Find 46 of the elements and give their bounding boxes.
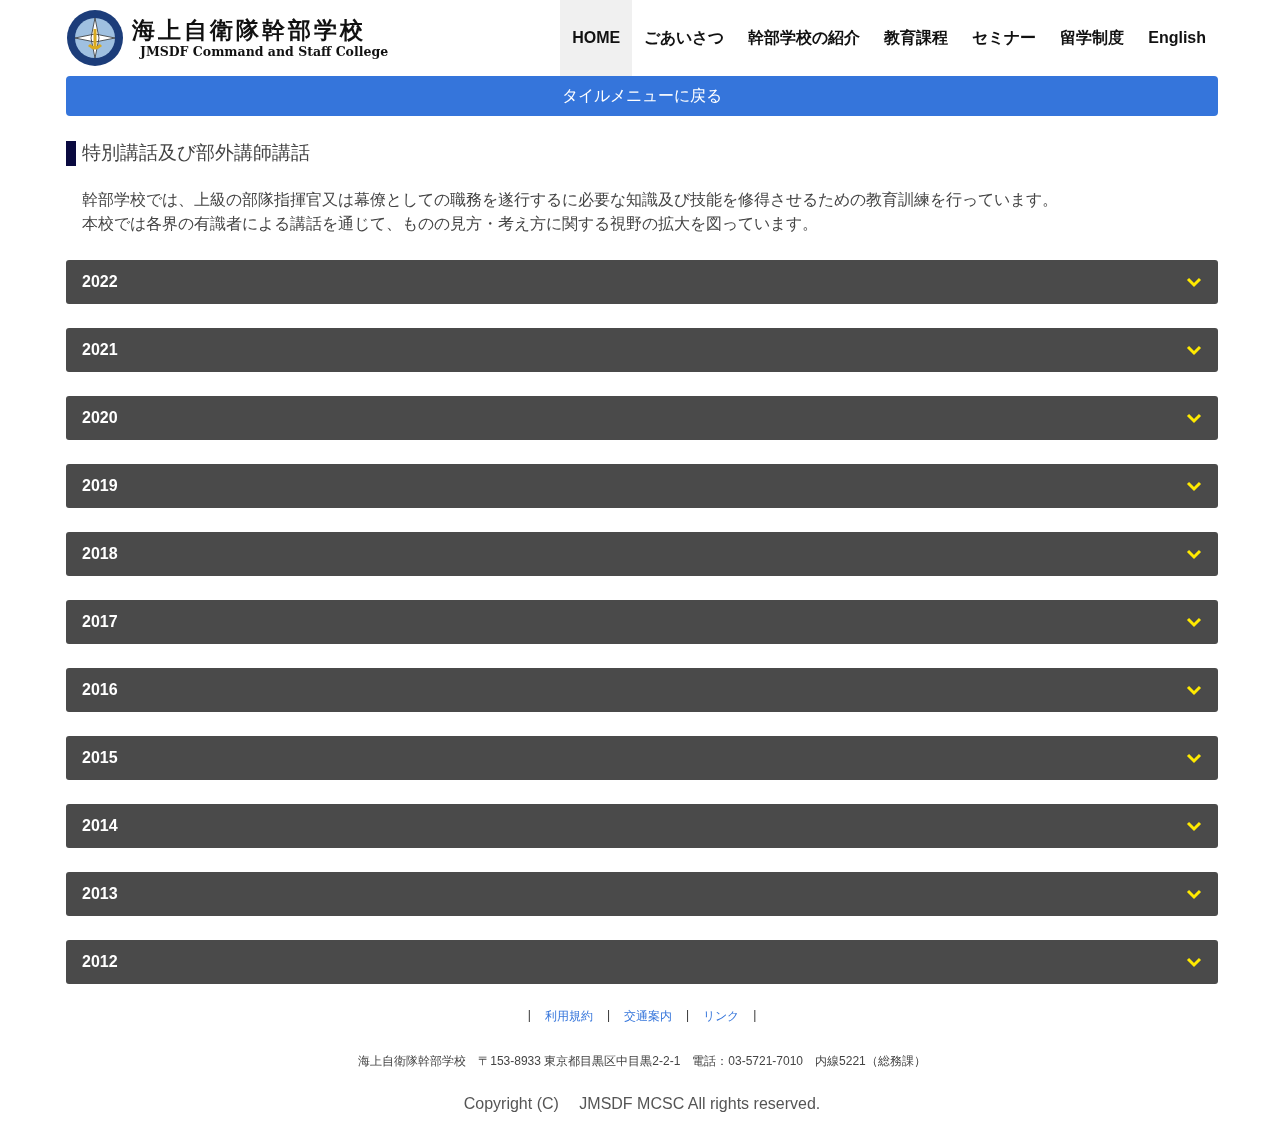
- address-text: 海上自衛隊幹部学校 〒153-8933 東京都目黒区中目黒2-2-1 電話：03-5721-7010 内線5221（総務課）: [357, 1053, 927, 1070]
- chevron-icon: [1186, 480, 1202, 492]
- year-accordion[interactable]: 2022: [66, 260, 1218, 304]
- year-accordion[interactable]: 2018: [66, 532, 1218, 576]
- year-accordion[interactable]: 2020: [66, 396, 1218, 440]
- year-accordion[interactable]: 2019: [66, 464, 1218, 508]
- chevron-icon: [1186, 276, 1202, 288]
- chevron-icon: [1186, 548, 1202, 560]
- chevron-icon: [1186, 344, 1202, 356]
- year-accordion[interactable]: 2021: [66, 328, 1218, 372]
- footer-link[interactable]: 利用規約: [544, 1008, 593, 1025]
- separator: |: [753, 1008, 757, 1024]
- separator: |: [686, 1008, 690, 1024]
- chevron-icon: [1186, 616, 1202, 628]
- chevron-icon: [1186, 752, 1202, 764]
- chevron-icon: [1186, 956, 1202, 968]
- footer-link[interactable]: 交通案内: [624, 1008, 672, 1025]
- nav-link[interactable]: HOME: [560, 0, 633, 76]
- intro-text: 本校では各界の有識者による講話を通じて、ものの見方・考え方に関する視野の拡大を図っています。: [82, 214, 819, 234]
- year-accordion[interactable]: 2016: [66, 668, 1218, 712]
- year-accordion[interactable]: 2013: [66, 872, 1218, 916]
- logo-subtitle: JMSDF Command and Staff College: [138, 44, 389, 60]
- nav-link[interactable]: 教育課程: [872, 0, 961, 76]
- year-accordion[interactable]: 2014: [66, 804, 1218, 848]
- chevron-icon: [1186, 820, 1202, 832]
- separator: |: [527, 1008, 531, 1024]
- back-to-menu-button[interactable]: タイルメニューに戻る: [66, 76, 1218, 116]
- chevron-icon: [1186, 412, 1202, 424]
- nav-link[interactable]: ごあいさつ: [632, 0, 737, 76]
- nav-link[interactable]: 幹部学校の紹介: [736, 0, 873, 76]
- chevron-icon: [1186, 888, 1202, 900]
- chevron-icon: [1186, 684, 1202, 696]
- separator: |: [606, 1008, 610, 1024]
- footer-link[interactable]: リンク: [703, 1008, 740, 1025]
- emblem-icon: [66, 9, 124, 67]
- section-heading: 特別講話及び部外講師講話: [82, 141, 310, 165]
- copyright-text: Copyright (C) JMSDF MCSC All rights reserved.: [462, 1094, 822, 1114]
- nav-link[interactable]: セミナー: [960, 0, 1049, 76]
- logo-title: 海上自衛隊幹部学校: [132, 16, 367, 44]
- nav-link[interactable]: 留学制度: [1048, 0, 1137, 76]
- intro-text: 幹部学校では、上級の部隊指揮官又は幕僚としての職務を遂行するに必要な知識及び技能を修得させるための教育訓練を行っています。: [82, 190, 1059, 210]
- heading-bar: [66, 140, 76, 166]
- nav-link[interactable]: English: [1136, 0, 1218, 76]
- year-accordion[interactable]: 2015: [66, 736, 1218, 780]
- year-accordion[interactable]: 2012: [66, 940, 1218, 984]
- year-accordion[interactable]: 2017: [66, 600, 1218, 644]
